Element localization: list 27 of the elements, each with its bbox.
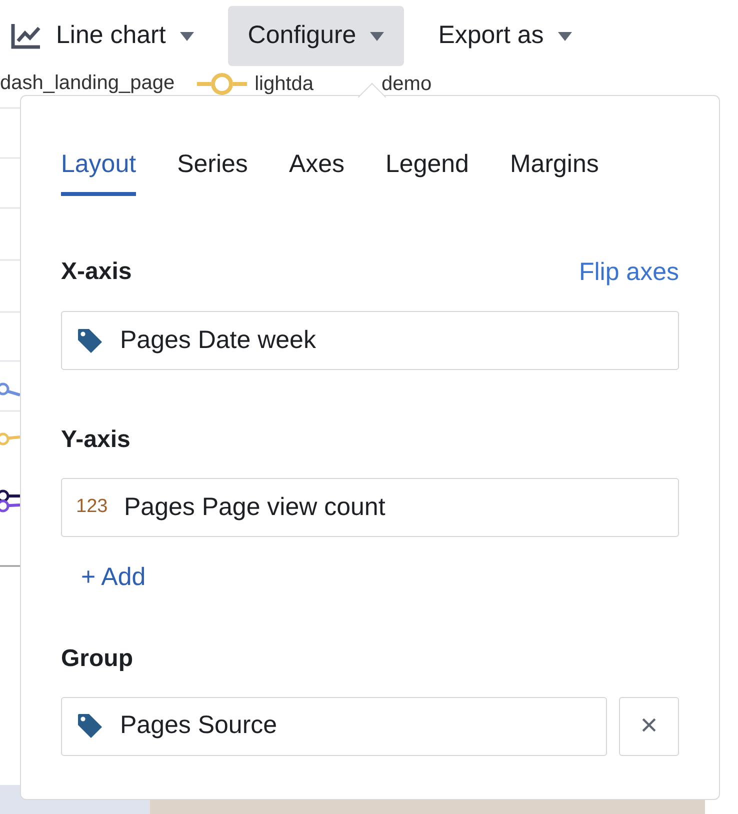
tab[interactable]: Layout [61,146,136,196]
metric-field[interactable]: 123 Pages Page view count [61,478,679,537]
legend-label[interactable]: lightda [254,73,314,95]
tab[interactable]: Axes [288,146,345,196]
toolbar-dropdown-button[interactable]: Configure [228,6,404,66]
tab[interactable]: Margins [510,146,599,196]
flip-axes-link[interactable]: Flip axes [578,254,679,291]
line-chart-icon [10,22,42,50]
caret-icon [558,32,572,40]
tag-icon [76,712,104,740]
legend-label[interactable]: demo [382,73,432,95]
toolbar-dropdown-button[interactable]: Export as [418,6,592,66]
metric-type-label: 123 [76,495,108,520]
section-label: Y-axis [61,425,130,455]
caret-icon [180,32,194,40]
dimension-field[interactable]: Pages Source [61,696,607,756]
caret-icon [370,32,384,40]
tag-icon [76,326,104,354]
legend-label[interactable]: dash_landing_page [0,72,175,94]
remove-button[interactable]: × [619,696,679,756]
section-label: Group [61,644,133,674]
tab[interactable]: Series [177,146,248,196]
add-link[interactable]: + Add [81,559,146,596]
section-label: X-axis [61,257,132,288]
toolbar-dropdown-button[interactable]: Line chart [10,6,214,66]
dimension-field[interactable]: Pages Date week [61,311,679,370]
tab[interactable]: Legend [386,146,469,196]
